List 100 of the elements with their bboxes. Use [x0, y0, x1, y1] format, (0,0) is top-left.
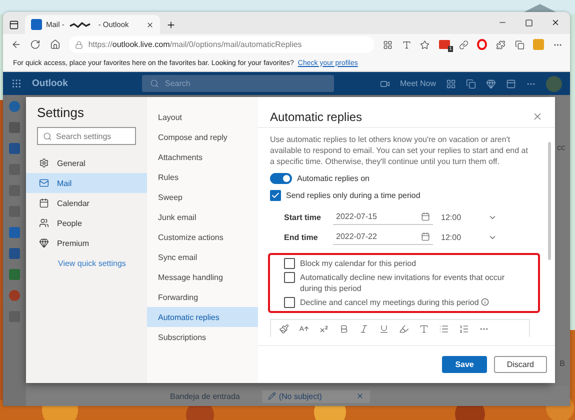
toggle-switch[interactable]	[270, 173, 292, 184]
bold-icon	[339, 324, 349, 334]
close-icon	[146, 20, 154, 28]
new-tab-icon	[166, 20, 176, 30]
section-item[interactable]: Layout	[147, 107, 258, 127]
checkbox[interactable]	[284, 297, 295, 308]
description-text: Use automatic replies to let others know you're on vacation or aren't available to respond to email. You can set your replies to start and end at a specific time. Otherwise, they'll continue until you turn them off.	[270, 134, 529, 167]
apps-icon	[383, 40, 393, 50]
section-item[interactable]: Customize actions	[147, 227, 258, 247]
section-item[interactable]: Subscriptions	[147, 327, 258, 347]
time-label: Start time	[284, 212, 322, 222]
panel-title: Automatic replies	[270, 110, 362, 124]
section-item[interactable]: Message handling	[147, 267, 258, 287]
settings-title: Settings	[36, 105, 85, 120]
category-item[interactable]: Calendar	[26, 193, 147, 213]
italic-icon	[359, 324, 369, 334]
app-icon[interactable]	[9, 269, 20, 280]
calendar-icon	[39, 198, 49, 208]
app-icon[interactable]	[9, 122, 20, 133]
section-item[interactable]: Compose and reply	[147, 127, 258, 147]
checkbox-label: Send replies only during a time period	[286, 191, 420, 200]
skype-icon	[466, 78, 476, 88]
highlighter-icon	[399, 324, 409, 334]
bullet-list-icon	[439, 324, 449, 334]
folder-label: Bandeja de entrada	[170, 392, 240, 400]
close-icon	[551, 18, 560, 27]
app-icon[interactable]	[9, 290, 20, 301]
app-icon[interactable]	[9, 248, 20, 259]
background-text: cc	[557, 143, 565, 152]
section-item[interactable]: Forwarding	[147, 287, 258, 307]
section-item[interactable]: Junk email	[147, 207, 258, 227]
address-bar[interactable]: https://outlook.live.com/mail/0/options/mail/automaticReplies	[69, 36, 374, 53]
time-dropdown[interactable]: 12:00	[441, 229, 497, 245]
read-aloud-icon	[402, 40, 412, 50]
background-text: B	[560, 359, 565, 368]
underline-icon	[379, 324, 389, 334]
url-text: https://outlook.live.com/mail/0/options/mail/automaticReplies	[88, 40, 302, 49]
save-button[interactable]: Save	[442, 356, 487, 373]
diamond-icon	[486, 78, 496, 88]
search-icon	[150, 79, 159, 88]
app-icon[interactable]	[9, 101, 20, 112]
outlook-icon	[31, 19, 42, 30]
search-icon	[43, 132, 52, 140]
app-name: Outlook	[32, 78, 69, 89]
checkbox[interactable]	[284, 258, 295, 269]
lock-icon	[75, 40, 84, 48]
quick-settings-link[interactable]: View quick settings	[26, 259, 147, 268]
section-item[interactable]: Sweep	[147, 187, 258, 207]
category-item[interactable]: Premium	[26, 233, 147, 253]
profile-icon[interactable]	[533, 39, 544, 50]
category-item[interactable]: Mail	[26, 173, 147, 193]
gear-icon	[39, 158, 49, 168]
grid-icon	[446, 78, 456, 88]
checkbox-label: Decline and cancel my meetings during this period	[300, 297, 528, 308]
calendar-icon	[421, 232, 430, 241]
discard-button[interactable]: Discard	[494, 356, 547, 373]
app-icon[interactable]	[9, 227, 20, 238]
back-icon	[11, 39, 22, 50]
font-size-icon	[299, 324, 309, 334]
calendar-icon	[421, 212, 430, 221]
section-item[interactable]: Rules	[147, 167, 258, 187]
link-icon	[458, 40, 468, 50]
font-color-icon	[419, 324, 429, 334]
time-label: End time	[284, 232, 319, 242]
date-field[interactable]: 2022-07-22	[333, 229, 433, 245]
checkbox-label: Automatically decline new invitations for events that occur during this period	[300, 272, 506, 294]
numbered-list-icon	[459, 324, 469, 334]
people-icon	[39, 218, 49, 228]
date-field[interactable]: 2022-07-15	[333, 209, 433, 225]
app-launcher-icon	[11, 78, 22, 89]
tabs-icon	[9, 20, 19, 30]
checkbox[interactable]	[270, 190, 281, 201]
collections-icon	[514, 40, 524, 50]
close-icon	[356, 392, 364, 400]
opera-icon[interactable]	[477, 39, 488, 50]
app-icon[interactable]	[9, 143, 20, 154]
checkbox-label: Block my calendar for this period	[300, 258, 418, 269]
puzzle-icon	[496, 40, 506, 50]
time-dropdown[interactable]: 12:00	[441, 209, 497, 225]
category-item[interactable]: General	[26, 153, 147, 173]
video-icon	[380, 78, 390, 88]
home-icon	[50, 39, 60, 50]
diamond-icon	[39, 238, 49, 248]
category-item[interactable]: People	[26, 213, 147, 233]
notes-icon	[506, 78, 516, 88]
section-item[interactable]: Automatic replies	[147, 307, 258, 327]
section-item[interactable]: Attachments	[147, 147, 258, 167]
maximize-icon	[525, 19, 533, 27]
avatar[interactable]	[546, 76, 562, 92]
meet-now-label[interactable]: Meet Now	[400, 79, 436, 88]
mail-icon	[39, 178, 49, 188]
favorites-icon	[420, 40, 430, 50]
search-field[interactable]: Search settings	[37, 127, 136, 145]
close-icon	[532, 111, 543, 122]
checkbox[interactable]	[284, 272, 295, 283]
paintbrush-icon	[279, 324, 289, 334]
section-item[interactable]: Sync email	[147, 247, 258, 267]
pencil-icon	[268, 392, 276, 400]
superscript-icon	[319, 324, 329, 334]
toggle-label: Automatic replies on	[297, 174, 370, 183]
